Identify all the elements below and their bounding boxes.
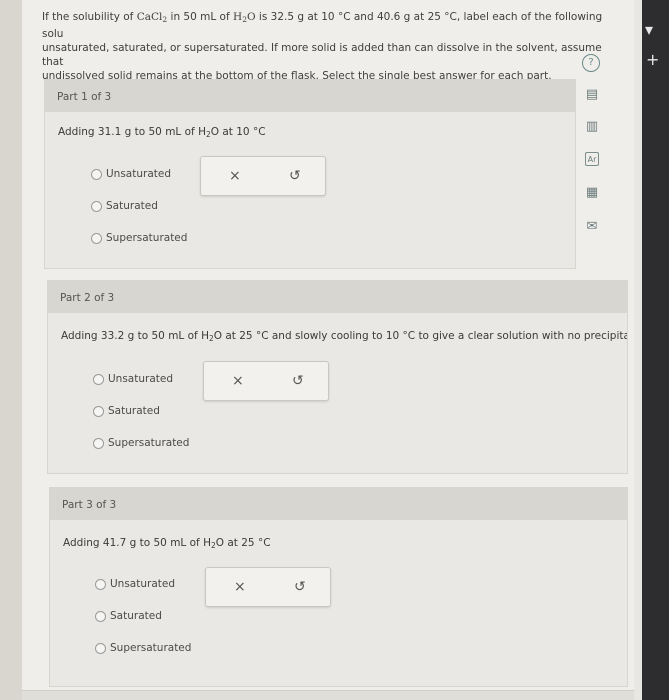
radio-button[interactable] <box>93 437 104 449</box>
bottom-bar <box>22 690 634 700</box>
radio-button[interactable] <box>91 200 102 212</box>
part-2-option-supersaturated[interactable]: Supersaturated <box>93 437 189 449</box>
radio-button[interactable] <box>93 405 104 417</box>
part-2-option-unsaturated[interactable]: Unsaturated <box>93 373 173 385</box>
part-3-option-saturated[interactable]: Saturated <box>95 610 162 622</box>
textbook-icon[interactable]: ▤ <box>583 86 601 104</box>
calculator-icon[interactable]: ▦ <box>583 184 601 202</box>
chevron-icon[interactable]: ▾ <box>645 20 653 39</box>
clear-answer-button[interactable]: × <box>232 373 244 389</box>
question-text: If the solubility of CaCl2 in 50 mL of H… <box>42 11 603 82</box>
part-1-answer-box: × ↺ <box>200 156 326 196</box>
help-icon[interactable]: ? <box>582 54 600 72</box>
part-3-option-unsaturated[interactable]: Unsaturated <box>95 578 175 590</box>
part-2-header: Part 2 of 3 <box>48 281 627 313</box>
part-1-option-supersaturated[interactable]: Supersaturated <box>91 232 187 244</box>
part-1-option-saturated[interactable]: Saturated <box>91 200 158 212</box>
bar-chart-icon[interactable]: ▥ <box>583 118 601 136</box>
part-2-prompt: Adding 33.2 g to 50 mL of H2O at 25 °C a… <box>61 330 627 343</box>
page-scrollbar[interactable] <box>634 0 642 700</box>
clear-answer-button[interactable]: × <box>229 168 241 184</box>
part-1-option-unsaturated[interactable]: Unsaturated <box>91 168 171 180</box>
undo-button[interactable]: ↺ <box>292 373 304 389</box>
radio-button[interactable] <box>95 642 106 654</box>
radio-button[interactable] <box>91 168 102 180</box>
part-3-option-supersaturated[interactable]: Supersaturated <box>95 642 191 654</box>
part-2-option-saturated[interactable]: Saturated <box>93 405 160 417</box>
part-3-prompt: Adding 41.7 g to 50 mL of H2O at 25 °C <box>63 537 271 550</box>
periodic-table-icon[interactable]: Ar <box>585 152 599 166</box>
radio-button[interactable] <box>93 373 104 385</box>
radio-button[interactable] <box>91 232 102 244</box>
plus-icon[interactable]: + <box>646 50 659 69</box>
part-3-answer-box: × ↺ <box>205 567 331 607</box>
part-2-answer-box: × ↺ <box>203 361 329 401</box>
undo-button[interactable]: ↺ <box>294 579 306 595</box>
part-1-prompt: Adding 31.1 g to 50 mL of H2O at 10 °C <box>58 126 266 139</box>
radio-button[interactable] <box>95 610 106 622</box>
radio-button[interactable] <box>95 578 106 590</box>
part-1-header: Part 1 of 3 <box>45 80 575 112</box>
mail-icon[interactable]: ✉ <box>583 218 601 236</box>
clear-answer-button[interactable]: × <box>234 579 246 595</box>
undo-button[interactable]: ↺ <box>289 168 301 184</box>
part-3-header: Part 3 of 3 <box>50 488 627 520</box>
